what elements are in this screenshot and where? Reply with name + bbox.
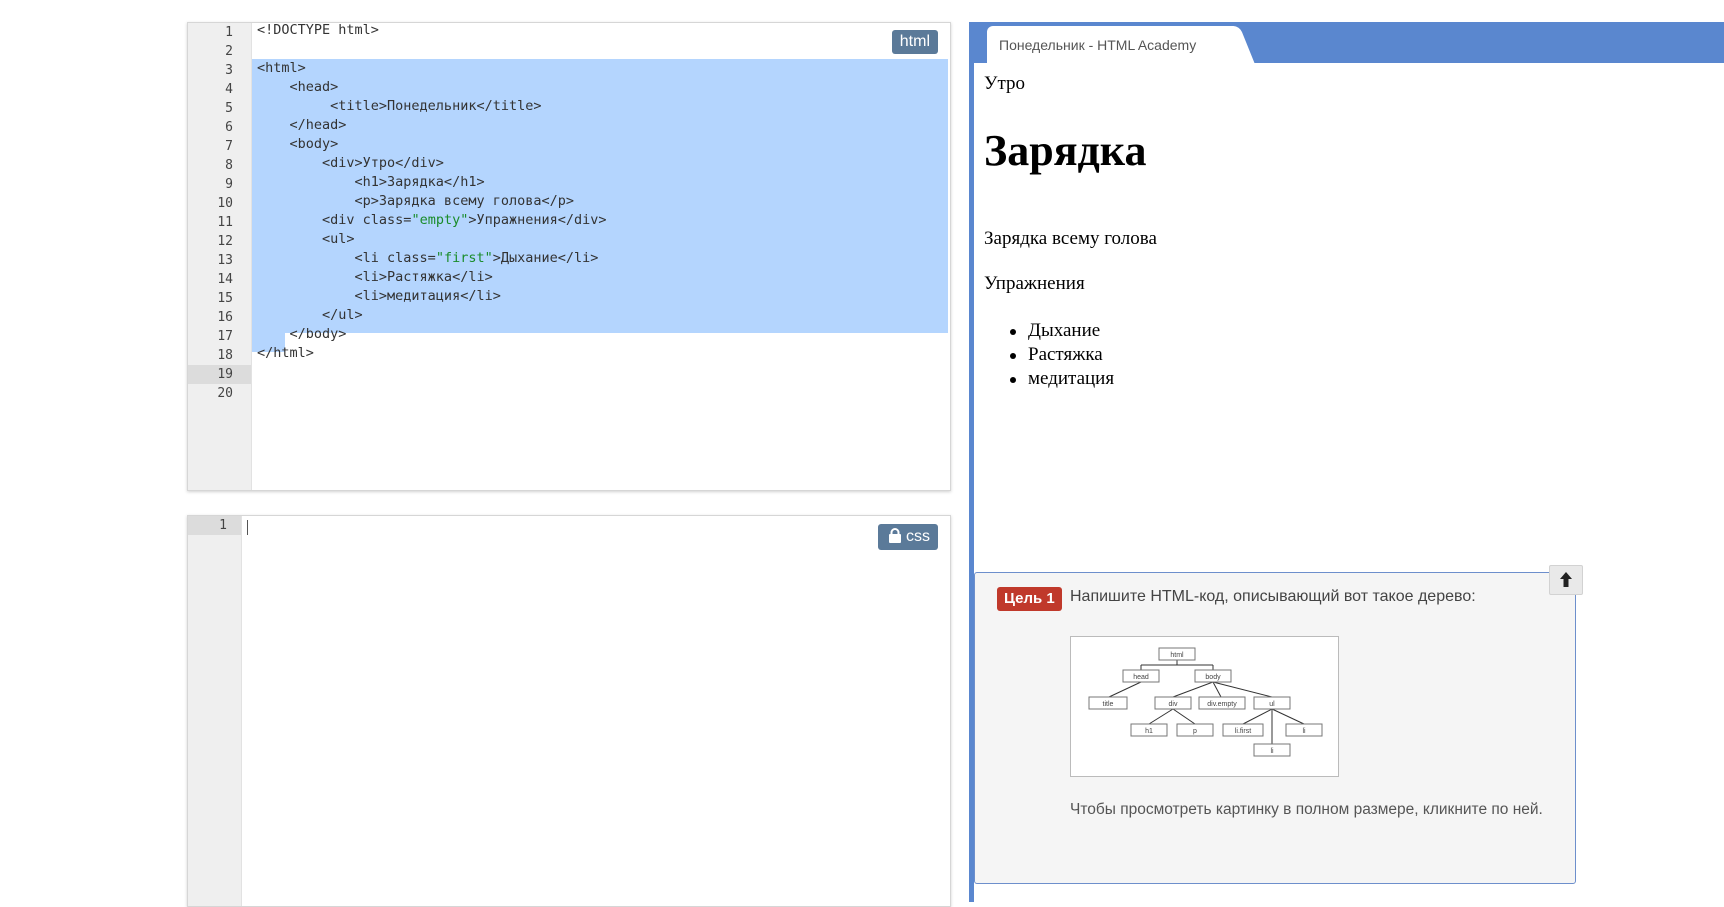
code-line: <body> [257, 136, 339, 152]
line-number: 7 [225, 139, 233, 154]
line-number: 17 [217, 329, 233, 344]
tree-node: li.first [1235, 728, 1251, 735]
css-language-badge: css [878, 524, 938, 550]
code-token: >Дыхание</li> [492, 250, 599, 266]
arrow-up-icon [1560, 572, 1572, 587]
line-number: 14 [217, 272, 233, 287]
code-line: <title>Понедельник</title> [257, 98, 542, 114]
lock-icon [889, 527, 901, 543]
tree-node: li [1302, 728, 1306, 735]
line-number: 1 [188, 516, 241, 535]
css-editor[interactable]: 1 css [187, 515, 951, 907]
list-item: медитация [1010, 367, 1114, 391]
line-number: 6 [225, 120, 233, 135]
collapse-button[interactable] [1549, 565, 1583, 595]
code-line: </ul> [257, 307, 363, 323]
code-line: <div class="empty">Упражнения</div> [252, 211, 607, 230]
list-item: Дыхание [1010, 319, 1114, 343]
line-number: 19 [188, 365, 251, 384]
code-line: <head> [257, 79, 339, 95]
text-cursor [247, 520, 248, 535]
list-item: Растяжка [1010, 343, 1114, 367]
goal-text: Напишите HTML-код, описывающий вот такое… [1070, 588, 1476, 605]
line-number: 9 [225, 177, 233, 192]
code-token: >Упражнения</div> [468, 212, 607, 228]
code-string: "empty" [411, 212, 469, 228]
tree-node: body [1205, 674, 1221, 681]
tree-node: li [1270, 748, 1274, 755]
line-number: 18 [217, 348, 233, 363]
line-number-gutter: 1 [188, 516, 242, 906]
line-number: 4 [225, 82, 233, 97]
code-line: <h1>Зарядка</h1> [257, 174, 485, 190]
code-line: <li class="first">Дыхание</li> [252, 249, 599, 268]
tree-node: title [1103, 701, 1114, 708]
tree-node: div.empty [1207, 701, 1237, 708]
html-editor[interactable]: 1 2 3 4 5 6 7 8 9 10 11 12 13 14 15 16 17 18 19 20 <!DOCTYP… [187, 22, 951, 491]
code-line: <li>медитация</li> [257, 288, 501, 304]
tree-diagram-image[interactable]: html head body title div div.empty ul h1… [1070, 636, 1339, 777]
preview-tab[interactable]: Понедельник - HTML Academy [987, 26, 1237, 63]
tree-node: div [1169, 701, 1178, 708]
preview-list: Дыхание Растяжка медитация [1010, 319, 1114, 391]
code-line: <div>Утро</div> [257, 155, 444, 171]
code-line: </head> [257, 117, 347, 133]
preview-div: Утро [984, 73, 1025, 94]
line-number: 1 [225, 25, 233, 40]
line-number: 5 [225, 101, 233, 116]
code-string: "first" [435, 250, 493, 266]
tree-node: head [1133, 674, 1149, 681]
preview-empty-div: Упражнения [984, 273, 1085, 294]
code-line: <p>Зарядка всему голова</p> [257, 193, 574, 209]
code-line: <ul> [257, 231, 355, 247]
tree-node: html [1170, 652, 1184, 659]
line-number: 16 [217, 310, 233, 325]
code-line: <!DOCTYPE html> [257, 22, 379, 38]
goal-panel: Цель 1 Напишите HTML-код, описывающий во… [974, 572, 1576, 884]
code-token: <li class= [257, 250, 436, 266]
code-line: <li>Растяжка</li> [257, 269, 493, 285]
preview-heading: Зарядка [984, 126, 1147, 175]
hint-text: Чтобы просмотреть картинку в полном разм… [1070, 801, 1543, 818]
tree-node: ul [1269, 701, 1275, 708]
line-number: 2 [225, 44, 233, 59]
preview-paragraph: Зарядка всему голова [984, 228, 1157, 249]
code-token: <div class= [257, 212, 412, 228]
line-number: 8 [225, 158, 233, 173]
code-area[interactable]: <!DOCTYPE html> <html> <head> <title>Поне… [252, 23, 950, 490]
html-language-badge: html [891, 30, 938, 54]
line-number: 11 [217, 215, 233, 230]
tree-node: p [1193, 728, 1197, 735]
code-line: <html> [257, 60, 306, 76]
preview-tab-title: Понедельник - HTML Academy [999, 37, 1197, 53]
code-line: </body> [257, 326, 347, 342]
code-line: </html> [257, 345, 314, 361]
goal-badge: Цель 1 [997, 587, 1062, 611]
line-number: 10 [217, 196, 233, 211]
line-number: 20 [217, 386, 233, 401]
line-number: 15 [217, 291, 233, 306]
line-number: 3 [225, 63, 233, 78]
line-number-gutter: 1 2 3 4 5 6 7 8 9 10 11 12 13 14 15 16 17 18 19 20 [188, 23, 252, 490]
css-badge-label: css [906, 528, 930, 545]
line-number: 12 [217, 234, 233, 249]
line-number: 13 [217, 253, 233, 268]
tree-node: h1 [1145, 728, 1153, 735]
